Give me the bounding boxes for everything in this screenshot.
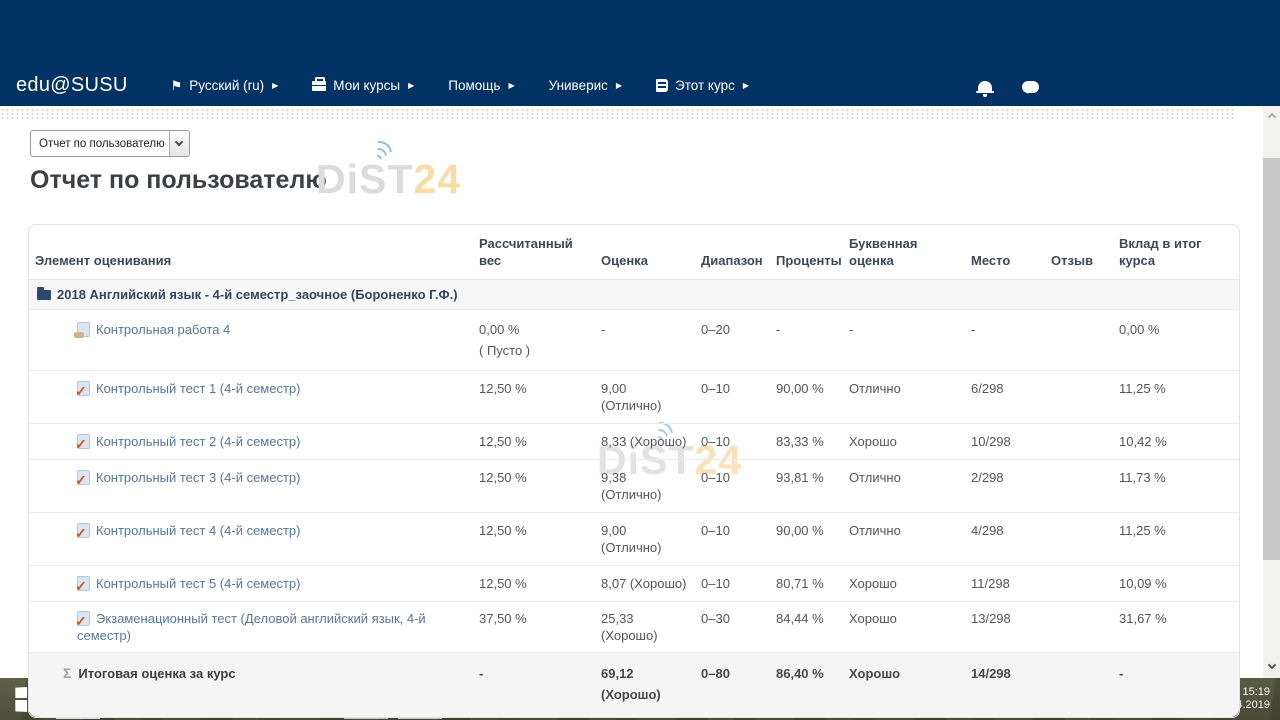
navbar: edu@SUSU ⚑ Русский (ru) ▶ Мои курсы ▶ По… <box>16 74 766 97</box>
dist24-watermark: DiST24 <box>316 156 461 203</box>
select-dropdown-button[interactable] <box>169 131 189 156</box>
col-header-item: Элемент оценивания <box>29 252 479 269</box>
folder-icon <box>37 290 51 300</box>
book-icon <box>656 79 668 92</box>
flag-icon: ⚑ <box>171 79 183 92</box>
course-total-row: ΣИтоговая оценка за курс - 69,12(Хорошо)… <box>29 653 1239 717</box>
quiz-icon <box>77 611 90 626</box>
grade-item-link[interactable]: Контрольный тест 3 (4-й семестр) <box>96 470 300 485</box>
col-header-letter: Буквенная оценка <box>849 235 971 269</box>
scroll-up-button[interactable] <box>1263 106 1280 123</box>
caret-right-icon: ▶ <box>272 82 278 90</box>
caret-right-icon: ▶ <box>508 82 514 90</box>
col-header-grade: Оценка <box>601 252 701 269</box>
grade-item-link[interactable]: Контрольная работа 4 <box>96 322 230 337</box>
briefcase-icon <box>312 81 326 91</box>
grade-item-link[interactable]: Контрольный тест 4 (4-й семестр) <box>96 523 300 538</box>
col-header-feedback: Отзыв <box>1051 252 1119 269</box>
scroll-down-button[interactable] <box>1263 658 1280 675</box>
course-category-row: 2018 Английский язык - 4-й семестр_заочн… <box>29 279 1239 310</box>
user-grade-table: Элемент оценивания Рассчитанный вес Оцен… <box>28 224 1240 718</box>
col-header-weight: Рассчитанный вес <box>479 235 601 269</box>
quiz-icon <box>77 381 90 396</box>
page-title: Отчет по пользователю <box>30 166 327 195</box>
nav-item-univeris[interactable]: Универис ▶ <box>549 78 622 93</box>
table-row: Контрольный тест 1 (4-й семестр) 12,50 %… <box>29 371 1239 424</box>
grade-item-link[interactable]: Контрольный тест 1 (4-й семестр) <box>96 381 300 396</box>
grade-item-link[interactable]: Экзаменационный тест (Деловой английский… <box>77 611 426 643</box>
caret-right-icon: ▶ <box>743 82 749 90</box>
table-row: Контрольный тест 2 (4-й семестр) 12,50 %… <box>29 424 1239 460</box>
assignment-icon <box>77 322 90 337</box>
messages-chat-icon[interactable] <box>1022 81 1039 93</box>
report-type-select[interactable]: Отчет по пользователю <box>30 130 190 157</box>
table-row: Контрольный тест 4 (4-й семестр) 12,50 %… <box>29 513 1239 566</box>
quiz-icon <box>77 523 90 538</box>
table-header-row: Элемент оценивания Рассчитанный вес Оцен… <box>29 225 1239 279</box>
sigma-icon: Σ <box>63 665 71 681</box>
quiz-icon <box>77 434 90 449</box>
col-header-rank: Место <box>971 252 1051 269</box>
site-logo[interactable]: edu@SUSU <box>16 74 128 97</box>
wifi-arcs-icon <box>362 142 392 172</box>
notifications-bell-icon[interactable] <box>978 81 992 93</box>
col-header-percent: Проценты <box>776 252 849 269</box>
nav-item-my-courses[interactable]: Мои курсы ▶ <box>312 78 414 93</box>
nav-item-help[interactable]: Помощь ▶ <box>448 78 514 93</box>
quiz-icon <box>77 470 90 485</box>
caret-right-icon: ▶ <box>408 82 414 90</box>
table-row: Контрольный тест 3 (4-й семестр) 12,50 %… <box>29 460 1239 513</box>
site-header: edu@SUSU ⚑ Русский (ru) ▶ Мои курсы ▶ По… <box>0 0 1280 106</box>
table-row: Контрольный тест 5 (4-й семестр) 12,50 %… <box>29 566 1239 602</box>
report-type-select-value: Отчет по пользователю <box>31 131 169 156</box>
col-header-contribution: Вклад в итог курса <box>1119 235 1241 269</box>
table-row: Контрольная работа 4 0,00 %( Пусто ) - 0… <box>29 310 1239 371</box>
nav-item-language[interactable]: ⚑ Русский (ru) ▶ <box>171 78 279 93</box>
grade-item-link[interactable]: Контрольный тест 2 (4-й семестр) <box>96 434 300 449</box>
chevron-down-icon <box>175 138 183 146</box>
scrollbar-thumb[interactable] <box>1263 158 1280 560</box>
table-row: Экзаменационный тест (Деловой английский… <box>29 602 1239 653</box>
nav-item-this-course[interactable]: Этот курс ▶ <box>656 78 749 93</box>
caret-right-icon: ▶ <box>616 82 622 90</box>
col-header-range: Диапазон <box>701 252 776 269</box>
quiz-icon <box>77 576 90 591</box>
dotted-divider <box>0 108 1235 120</box>
vertical-scrollbar[interactable] <box>1263 106 1280 678</box>
grade-item-link[interactable]: Контрольный тест 5 (4-й семестр) <box>96 576 300 591</box>
